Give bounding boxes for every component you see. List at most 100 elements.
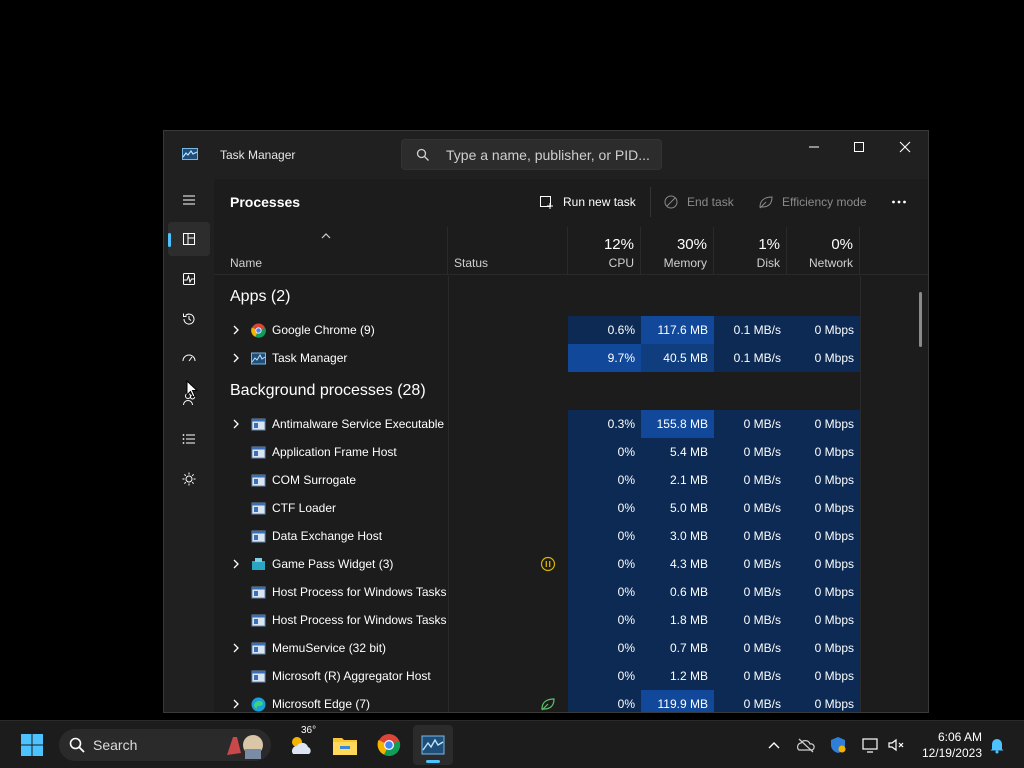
network-total: 0% [831,236,853,253]
performance-icon [183,273,195,285]
services-icon [182,472,196,486]
cpu-cell: 9.7% [568,344,641,372]
cpu-cell: 0% [568,466,641,494]
disk-cell: 0 MB/s [714,466,787,494]
column-memory-label: Memory [663,256,707,270]
nav-app-history[interactable] [168,302,210,336]
chevron-right-icon[interactable] [231,419,241,429]
weather-icon [292,737,311,754]
network-cell: 0 Mbps [787,410,860,438]
disk-cell: 0 MB/s [714,606,787,634]
process-name: Task Manager [272,351,348,365]
process-row[interactable]: Antimalware Service Executable 0.3% 155.8 … [214,410,928,438]
disk-cell: 0 MB/s [714,494,787,522]
memory-cell: 155.8 MB [641,410,714,438]
nav-startup-apps[interactable] [168,342,210,376]
column-header-memory[interactable]: 30% Memory [641,227,714,275]
column-header-status[interactable]: Status [448,227,568,275]
column-header-disk[interactable]: 1% Disk [714,227,787,275]
suspended-icon [540,556,556,572]
minimize-icon [809,146,819,148]
taskbar-search-label: Search [93,737,138,753]
disk-cell: 0 MB/s [714,410,787,438]
process-row[interactable]: Microsoft Edge (7) 0% 119.9 MB 0 MB/s 0 Mbps [214,690,928,712]
network-cell: 0 Mbps [787,606,860,634]
run-new-task-button[interactable]: Run new task [539,191,636,213]
show-hidden-icons-icon[interactable] [764,735,784,755]
search-icon [416,148,429,161]
process-name: Host Process for Windows Tasks [272,585,447,599]
onedrive-offline-icon[interactable] [796,735,816,755]
process-row[interactable]: Application Frame Host 0% 5.4 MB 0 MB/s 0 Mb… [214,438,928,466]
efficiency-mode-leaf-icon [541,698,555,711]
chevron-right-icon[interactable] [231,699,241,709]
hamburger-menu-button[interactable] [168,183,210,217]
search-box[interactable] [401,139,662,170]
column-header-cpu[interactable]: 12% CPU [568,227,641,275]
processes-pane: Processes Run new task End task Efficien… [214,179,928,712]
more-options-button[interactable] [891,191,907,213]
disk-cell: 0 MB/s [714,522,787,550]
cpu-cell: 0% [568,578,641,606]
chevron-right-icon[interactable] [231,325,241,335]
nav-processes[interactable] [168,222,210,256]
table-header: Name Status 12% CPU 30% Memory 1% Disk 0… [214,227,928,275]
nav-performance[interactable] [168,262,210,296]
page-title: Processes [230,194,301,210]
process-name: Application Frame Host [272,445,397,459]
app-window-icon [251,474,266,487]
task-manager-icon [251,352,266,365]
chrome-button[interactable] [369,725,409,765]
start-button[interactable] [12,725,52,765]
search-input[interactable] [446,146,656,164]
search-icon [69,737,85,753]
taskbar-search[interactable]: Search [59,729,271,761]
run-new-task-icon [540,196,553,209]
app-history-icon [183,313,195,325]
process-row[interactable]: Google Chrome (9) 0.6% 117.6 MB 0.1 MB/s 0 M… [214,316,928,344]
volume-muted-icon[interactable] [886,735,906,755]
end-task-button[interactable]: End task [663,191,734,213]
minimize-button[interactable] [791,131,837,163]
close-button[interactable] [882,131,928,163]
process-list: Apps (2) Background processes (28) Googl… [214,276,928,712]
process-row[interactable]: Microsoft (R) Aggregator Host 0% 1.2 MB 0 M… [214,662,928,690]
process-row[interactable]: Data Exchange Host 0% 3.0 MB 0 MB/s 0 Mbps [214,522,928,550]
nav-details[interactable] [168,422,210,456]
maximize-button[interactable] [836,131,882,163]
efficiency-mode-button[interactable]: Efficiency mode [758,191,867,213]
search-highlight-icon [227,735,263,759]
column-header-network[interactable]: 0% Network [787,227,860,275]
disk-cell: 0 MB/s [714,662,787,690]
network-cell: 0 Mbps [787,690,860,712]
process-row[interactable]: COM Surrogate 0% 2.1 MB 0 MB/s 0 Mbps [214,466,928,494]
process-row[interactable]: Task Manager 9.7% 40.5 MB 0.1 MB/s 0 Mbps [214,344,928,372]
file-explorer-button[interactable] [325,725,365,765]
process-name: Google Chrome (9) [272,323,375,337]
cpu-cell: 0% [568,606,641,634]
chevron-right-icon[interactable] [231,643,241,653]
windows-security-icon[interactable] [828,735,848,755]
title-bar[interactable]: Task Manager [164,131,928,179]
column-header-name[interactable]: Name [214,227,448,275]
navigation-pane [164,179,214,712]
more-options-icon [892,200,906,204]
nav-services[interactable] [168,462,210,496]
process-row[interactable]: Host Process for Windows Tasks 0% 0.6 MB 0 … [214,578,928,606]
process-row[interactable]: MemuService (32 bit) 0% 0.7 MB 0 MB/s 0 Mbps [214,634,928,662]
group-spacer-cell [568,372,641,410]
network-cell: 0 Mbps [787,550,860,578]
group-spacer-cell [641,276,714,316]
notifications-bell-icon[interactable] [987,735,1007,755]
memory-cell: 5.4 MB [641,438,714,466]
network-icon[interactable] [860,735,880,755]
process-row[interactable]: Game Pass Widget (3) 0% 4.3 MB 0 MB/s 0 Mbps [214,550,928,578]
process-row[interactable]: Host Process for Windows Tasks 0% 1.8 MB 0 … [214,606,928,634]
group-spacer-cell [787,276,860,316]
chevron-right-icon[interactable] [231,353,241,363]
process-row[interactable]: CTF Loader 0% 5.0 MB 0 MB/s 0 Mbps [214,494,928,522]
system-clock[interactable]: 6:06 AM 12/19/2023 [910,729,982,761]
maximize-icon [854,142,864,152]
task-manager-taskbar-button[interactable] [413,725,453,765]
chevron-right-icon[interactable] [231,559,241,569]
